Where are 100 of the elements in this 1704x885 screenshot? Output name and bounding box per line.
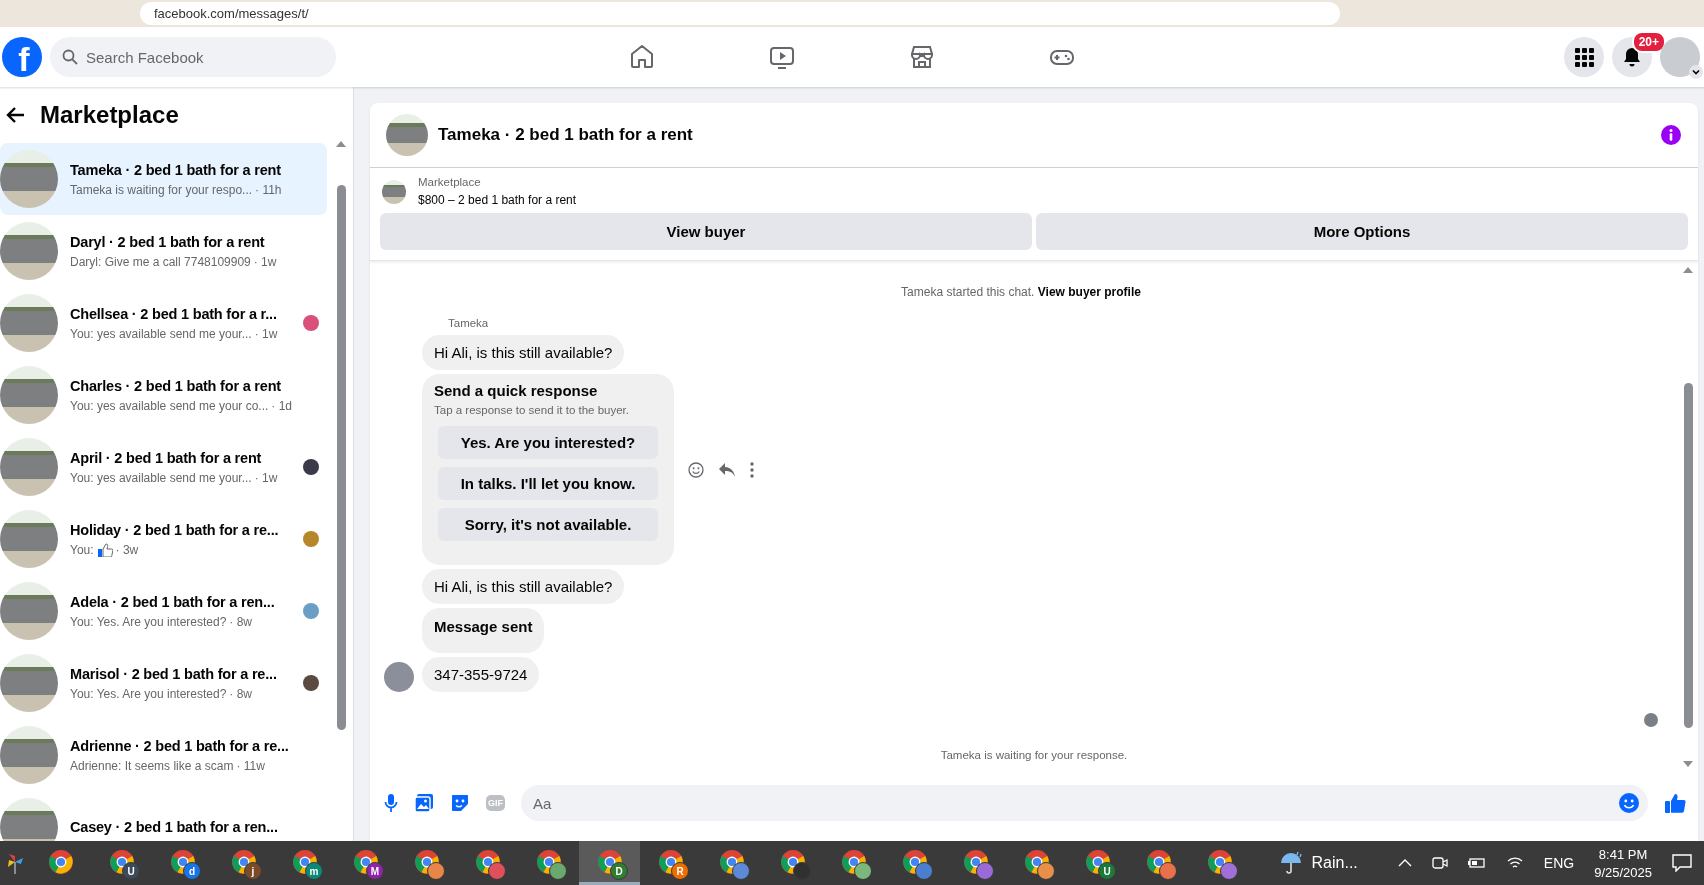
thumbs-up-icon [1664, 792, 1686, 814]
conversation-item[interactable]: Daryl · 2 bed 1 bath for a rent Daryl: Give me a call 7748109909 · 1w [0, 215, 327, 287]
taskbar-app-button[interactable]: d [152, 841, 213, 885]
profile-badge: D [610, 862, 628, 880]
message-time: · 11w [236, 758, 265, 773]
home-icon [628, 43, 656, 71]
microphone-icon [384, 793, 398, 813]
message-preview: Tameka is waiting for your respo... [70, 182, 253, 197]
bell-icon [1622, 47, 1642, 67]
taskbar-app-button[interactable]: U [91, 841, 152, 885]
grid-icon [1574, 47, 1594, 67]
chat-title: Tameka · 2 bed 1 bath for a rent [438, 125, 694, 145]
emoji-icon[interactable] [1618, 792, 1640, 814]
listing-label: Marketplace [418, 176, 482, 188]
conversation-title: Tameka · 2 bed 1 bath for a rent [70, 161, 282, 178]
reply-icon[interactable] [718, 461, 736, 478]
quick-reply-button[interactable]: Sorry, it's not available. [438, 508, 658, 541]
buyer-profile-link[interactable]: View buyer profile [1037, 285, 1141, 299]
scrollbar[interactable] [1682, 267, 1694, 767]
conversation-item[interactable]: Adela · 2 bed 1 bath for a ren... You: Yes. Are you interested? · 8w [0, 575, 327, 647]
taskbar-app-button[interactable]: M [335, 841, 396, 885]
profile-badge: U [122, 862, 140, 880]
address-bar[interactable]: facebook.com/messages/t/ [140, 2, 1340, 25]
facebook-logo[interactable]: f [2, 37, 42, 77]
menu-button[interactable] [1564, 37, 1604, 77]
taskbar-app-button[interactable]: U [1067, 841, 1128, 885]
more-icon[interactable] [750, 461, 754, 478]
conversation-title: Casey · 2 bed 1 bath for a ren... [70, 819, 279, 835]
profile-avatar[interactable] [1660, 37, 1700, 77]
conversation-title: Marisol · 2 bed 1 bath for a re... [70, 665, 278, 682]
page-title: Marketplace [40, 101, 179, 129]
message-preview: You: yes available send me your... [70, 470, 252, 485]
card-title: Send a quick response [434, 382, 599, 399]
listing-photo [382, 179, 406, 204]
scroll-down-icon [1683, 761, 1693, 767]
message-time: · 8w [229, 686, 253, 701]
info-icon [1660, 124, 1682, 146]
conversation-item[interactable]: Holiday · 2 bed 1 bath for a re... You: · 3w [0, 503, 327, 575]
back-button[interactable] [6, 105, 26, 125]
message-time: · 3w [115, 542, 139, 557]
seen-avatar [1644, 713, 1658, 727]
sticker-button[interactable] [450, 793, 470, 813]
image-icon [414, 793, 434, 813]
listing-photo [0, 150, 58, 208]
conversation-title: Adela · 2 bed 1 bath for a ren... [70, 593, 276, 610]
image-button[interactable] [414, 793, 434, 813]
profile-badge: M [366, 862, 384, 880]
search-icon [62, 49, 78, 65]
store-icon [908, 43, 936, 71]
quick-reply-button[interactable]: Yes. Are you interested? [438, 426, 658, 459]
sender-name: Tameka [448, 317, 490, 329]
arrow-left-icon [6, 105, 26, 125]
message-bubble: Hi Ali, is this still available? [422, 569, 625, 604]
battery-icon[interactable] [1467, 856, 1486, 870]
wifi-icon[interactable] [1505, 856, 1524, 870]
search-field[interactable]: Search Facebook [50, 37, 336, 77]
clock[interactable]: 8:41 PM 9/25/2025 [1594, 846, 1652, 880]
conversation-item[interactable]: Tameka · 2 bed 1 bath for a rent Tameka is waiting for your respo... · 11h [0, 143, 327, 215]
microphone-button[interactable] [384, 793, 398, 813]
conversation-title: Adrienne · 2 bed 1 bath for a re... [70, 737, 290, 754]
message-preview: Daryl: Give me a call 7748109909 [70, 254, 251, 269]
taskbar-app-button[interactable]: D [579, 841, 640, 885]
conversation-item[interactable]: Marisol · 2 bed 1 bath for a re... You: Yes. Are you interested? · 8w [0, 647, 327, 719]
conversation-item[interactable]: Adrienne · 2 bed 1 bath for a re... Adrienne: It seems like a scam · 11w [0, 719, 327, 791]
message-preview: You: yes available send me your co... [70, 398, 269, 413]
message-time: · 8w [229, 614, 253, 629]
conversation-item[interactable]: April · 2 bed 1 bath for a rent You: yes available send me your... · 1w [0, 431, 327, 503]
taskbar-app-button[interactable]: m [274, 841, 335, 885]
chevron-down-icon [1689, 65, 1703, 79]
action-button[interactable]: More Options [1036, 213, 1688, 250]
sticker-icon [450, 793, 470, 813]
profile-badge: R [671, 862, 689, 880]
quick-reply-button[interactable]: In talks. I'll let you know. [438, 467, 658, 500]
language-indicator[interactable]: ENG [1543, 855, 1575, 871]
message-field[interactable]: Aa [521, 785, 1648, 821]
info-button[interactable] [1660, 124, 1682, 146]
thumbs-up-button[interactable] [1664, 792, 1686, 814]
taskbar-app-button[interactable]: j [213, 841, 274, 885]
message-bubble: Hi Ali, is this still available? [422, 335, 625, 370]
profile-badge: U [1098, 862, 1116, 880]
card-subtitle: Tap a response to send it to the buyer. [434, 404, 630, 416]
chat-intro: Tameka started this chat. View buyer profile [901, 285, 1141, 299]
conversation-item[interactable]: Chellsea · 2 bed 1 bath for a r... You: yes available send me your... · 1w [0, 287, 327, 359]
pinwheel-icon[interactable] [5, 852, 25, 874]
action-button[interactable]: View buyer [380, 213, 1032, 250]
weather-label: Rain... [1311, 854, 1358, 872]
notification-icon[interactable] [1672, 854, 1692, 872]
clock-time: 8:41 PM [1598, 846, 1648, 862]
emoji-icon[interactable] [688, 461, 704, 478]
message-preview: You: yes available send me your... [70, 326, 252, 341]
conversation-title: Chellsea · 2 bed 1 bath for a r... [70, 305, 278, 322]
message-preview: You: Yes. Are you interested? [70, 686, 227, 701]
scroll-up-icon [336, 141, 346, 147]
message-bubble: 347-355-9724 [422, 657, 540, 692]
message-time: · 1w [253, 254, 277, 269]
message-time: · 1w [254, 326, 278, 341]
conversation-item[interactable]: Charles · 2 bed 1 bath for a rent You: yes available send me your co... · 1d [0, 359, 327, 431]
message-time: · 1w [254, 470, 278, 485]
message-time: · 11h [255, 182, 282, 197]
chevron-up-icon[interactable] [1397, 859, 1412, 867]
